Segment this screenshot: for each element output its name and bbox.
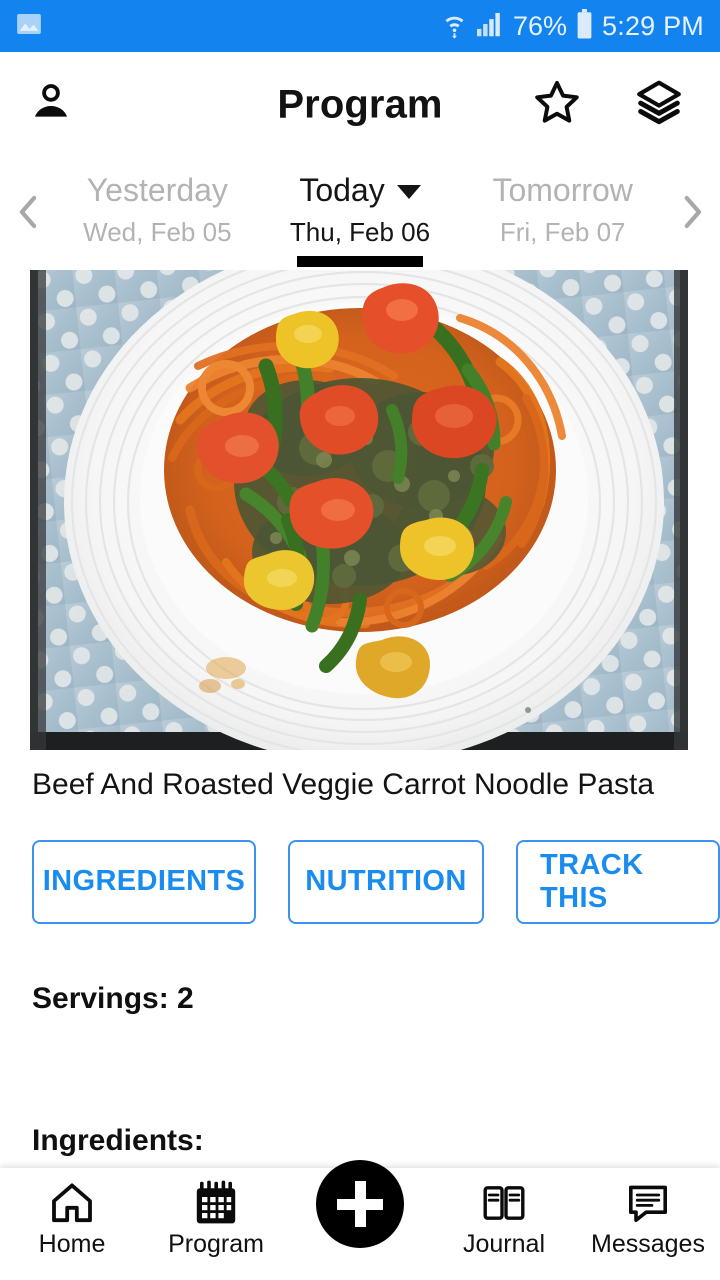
track-this-button[interactable]: TRACK THIS [515, 839, 720, 924]
date-tab-label: Tomorrow [492, 172, 633, 208]
star-outline-icon [532, 78, 582, 133]
layers-button[interactable] [634, 78, 684, 133]
calendar-icon [191, 1178, 241, 1228]
nav-item-journal[interactable]: Journal [432, 1168, 576, 1280]
status-bar: 76% 5:29 PM [0, 0, 720, 52]
nav-item-home[interactable]: Home [0, 1168, 144, 1280]
tab-underline [297, 256, 423, 267]
page-title: Program [277, 82, 443, 127]
nav-label-home: Home [38, 1230, 106, 1258]
add-button[interactable] [316, 1160, 404, 1248]
ingredients-button[interactable]: INGREDIENTS [32, 839, 256, 924]
chevron-right-icon [677, 191, 707, 238]
servings-label: Servings: 2 [32, 981, 194, 1015]
chevron-left-icon [13, 191, 43, 238]
status-bar-right: 76% 5:29 PM [441, 8, 704, 44]
nav-label-program: Program [168, 1230, 264, 1258]
clock-label: 5:29 PM [602, 10, 704, 41]
app-root: 76% 5:29 PM Program Yesterday Wed, Feb 0… [0, 0, 720, 1280]
recipe-title: Beef And Roasted Veggie Carrot Noodle Pa… [32, 768, 655, 801]
ingredients-heading: Ingredients: [32, 1123, 204, 1157]
next-day-button[interactable] [664, 191, 720, 238]
battery-icon [576, 8, 593, 44]
date-tab-today[interactable]: Today Thu, Feb 06 [259, 158, 462, 270]
date-navigation-bar: Yesterday Wed, Feb 05 Today Thu, Feb 06 … [0, 158, 720, 270]
favorite-button[interactable] [532, 78, 582, 133]
plus-icon-vertical [354, 1181, 366, 1227]
recipe-photo[interactable] [30, 270, 688, 750]
date-tab-date: Thu, Feb 06 [289, 216, 431, 247]
caret-down-icon[interactable] [396, 185, 421, 200]
cellular-signal-icon [477, 11, 504, 42]
wifi-icon [441, 9, 468, 44]
recipe-scroll-area[interactable]: Beef And Roasted Veggie Carrot Noodle Pa… [0, 270, 720, 1168]
nav-item-messages[interactable]: Messages [576, 1168, 720, 1280]
nav-item-program[interactable]: Program [144, 1168, 288, 1280]
date-tab-label: Yesterday [86, 172, 228, 208]
status-bar-left [14, 9, 44, 44]
image-notification-icon [14, 9, 44, 44]
date-tab-yesterday[interactable]: Yesterday Wed, Feb 05 [56, 158, 259, 270]
date-tab-date: Wed, Feb 05 [83, 216, 232, 247]
layers-icon [634, 78, 684, 133]
previous-day-button[interactable] [0, 191, 56, 238]
battery-percent-label: 76% [513, 10, 568, 41]
bottom-navigation-bar: Home Program Journal Messages [0, 1160, 720, 1280]
date-tab-label: Today [299, 172, 385, 208]
message-icon [623, 1178, 673, 1228]
book-icon [479, 1178, 529, 1228]
date-tab-tomorrow[interactable]: Tomorrow Fri, Feb 07 [461, 158, 664, 270]
date-tabs: Yesterday Wed, Feb 05 Today Thu, Feb 06 … [56, 158, 664, 270]
date-tab-date: Fri, Feb 07 [499, 216, 626, 247]
home-icon [47, 1178, 97, 1228]
nutrition-button[interactable]: NUTRITION [287, 839, 484, 924]
nav-label-journal: Journal [463, 1230, 545, 1258]
app-bar: Program [0, 52, 720, 158]
nav-label-messages: Messages [591, 1230, 705, 1258]
recipe-action-buttons: INGREDIENTS NUTRITION TRACK THIS [0, 804, 720, 924]
